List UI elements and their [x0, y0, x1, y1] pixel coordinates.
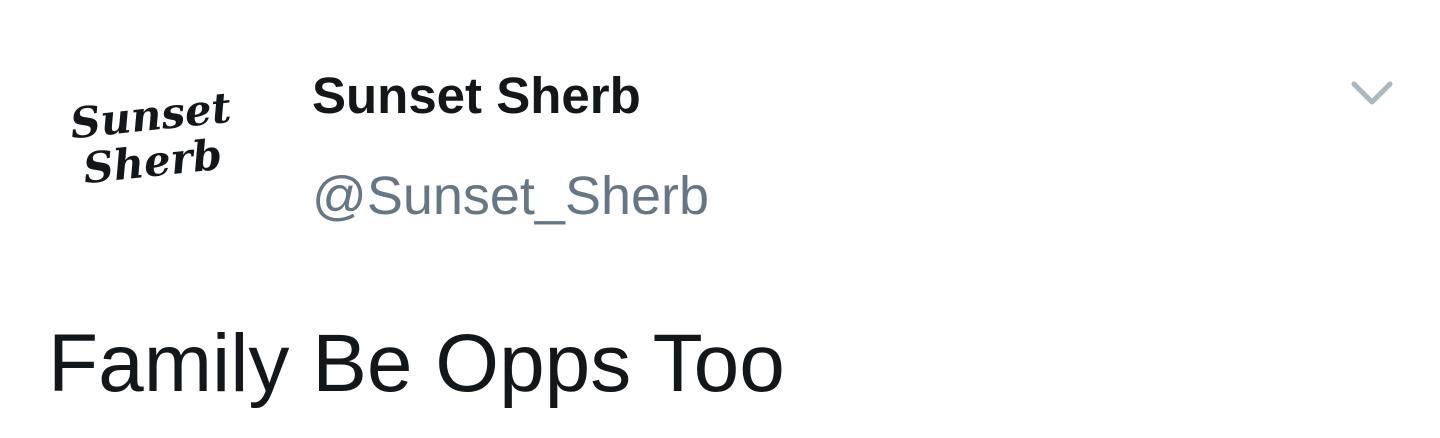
brand-logo: Sunset Sherb: [72, 83, 232, 193]
author-display-name[interactable]: Sunset Sherb: [312, 64, 641, 128]
tweet-card: Sunset Sherb Sunset Sherb @Sunset_Sherb …: [0, 0, 1440, 438]
tweet-text: Family Be Opps Too: [48, 318, 785, 409]
avatar[interactable]: Sunset Sherb: [72, 78, 232, 198]
author-handle[interactable]: @Sunset_Sherb: [312, 164, 709, 228]
tweet-menu-button[interactable]: [1340, 70, 1404, 118]
chevron-down-icon: [1351, 81, 1393, 105]
